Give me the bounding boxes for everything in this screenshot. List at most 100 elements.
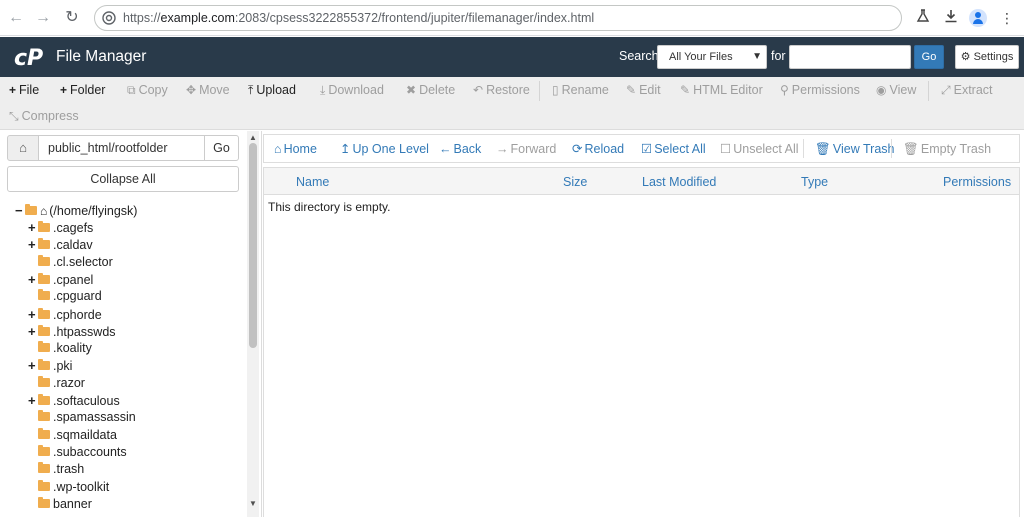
tree-item[interactable]: .razor	[28, 375, 85, 392]
download-icon[interactable]	[940, 7, 962, 29]
settings-button[interactable]: ⚙ Settings	[955, 45, 1019, 69]
file-icon: ▯	[552, 83, 559, 97]
back-button[interactable]: ← Back	[439, 141, 481, 157]
expand-plus-icon[interactable]: +	[28, 271, 38, 288]
forward-arrow-icon[interactable]: →	[33, 8, 53, 28]
scroll-down-arrow-icon[interactable]: ▼	[247, 499, 259, 509]
delete-label: Delete	[419, 83, 456, 97]
search-scope-select[interactable]: All Your Files ▼	[657, 45, 767, 69]
tree-item[interactable]: .wp-toolkit	[28, 479, 109, 496]
move-button[interactable]: ✥ Move	[186, 80, 230, 100]
tree-item[interactable]: .sqmaildata	[28, 427, 117, 444]
url-scheme: https://	[123, 11, 161, 25]
tree-item[interactable]: + .cagefs	[28, 219, 93, 236]
reload-icon[interactable]: ↻	[62, 8, 82, 28]
file-list[interactable]: This directory is empty.	[263, 195, 1020, 517]
back-arrow-icon[interactable]: ←	[6, 8, 26, 28]
tree-item-label: banner	[53, 496, 92, 511]
reload-button[interactable]: ⟳ Reload	[572, 141, 624, 157]
expand-plus-icon[interactable]: +	[28, 236, 38, 253]
search-input[interactable]	[789, 45, 911, 69]
empty-trash-button[interactable]: 🗑 Empty Trash	[903, 141, 991, 157]
path-go-button[interactable]: Go	[204, 135, 239, 161]
column-header-last-modified[interactable]: Last Modified	[642, 175, 716, 189]
tree-item[interactable]: .koality	[28, 340, 92, 357]
select-all-button[interactable]: ☑ Select All	[641, 141, 706, 157]
kebab-menu-icon[interactable]: ⋮	[996, 7, 1018, 29]
column-header-size[interactable]: Size	[563, 175, 587, 189]
delete-button[interactable]: ✖ Delete	[406, 80, 455, 100]
app-header: cP File Manager Search All Your Files ▼ …	[0, 37, 1024, 77]
move-label: Move	[199, 83, 230, 97]
collapse-all-button[interactable]: Collapse All	[7, 166, 239, 192]
search-go-button[interactable]: Go	[914, 45, 944, 69]
panel-divider[interactable]	[261, 131, 262, 517]
tree-item-label: .subaccounts	[53, 444, 127, 459]
page-title: File Manager	[56, 48, 147, 65]
view-button[interactable]: ◉ View	[876, 80, 916, 100]
tree-item-label: .cl.selector	[53, 254, 113, 269]
scroll-thumb[interactable]	[249, 143, 257, 348]
tree-item[interactable]: + .cpanel	[28, 271, 93, 288]
tree-item[interactable]: + .softaculous	[28, 392, 120, 409]
tree-item[interactable]: .trash	[28, 461, 84, 478]
folder-icon	[38, 496, 50, 508]
unselect-all-button[interactable]: ☐ Unselect All	[720, 141, 799, 157]
restore-button[interactable]: ↶ Restore	[473, 80, 530, 100]
column-header-permissions[interactable]: Permissions	[943, 175, 1011, 189]
edit-button[interactable]: ✎ Edit	[626, 80, 661, 100]
tree-item[interactable]: .subaccounts	[28, 444, 127, 461]
expand-plus-icon[interactable]: +	[28, 306, 38, 323]
tree-item[interactable]: .spamassassin	[28, 409, 136, 426]
tree-item-label: .trash	[53, 462, 85, 477]
toolbar-divider	[539, 81, 540, 101]
tree-item[interactable]: + .cphorde	[28, 306, 102, 323]
copy-button[interactable]: ⧉ Copy	[127, 80, 168, 100]
compress-button[interactable]: ⤡ Compress	[9, 106, 79, 126]
permissions-button[interactable]: ⚲ Permissions	[780, 80, 860, 100]
view-trash-button[interactable]: 🗑 View Trash	[815, 141, 894, 157]
tree-item[interactable]: .cpguard	[28, 288, 102, 305]
tree-item[interactable]: banner	[28, 496, 92, 513]
download-button[interactable]: ⤓ Download	[320, 80, 384, 100]
tree-root[interactable]: − ⌂ (/home/flyingsk)	[15, 202, 137, 219]
edit-square-icon: ✎	[680, 83, 691, 97]
tree-item-label: .sqmaildata	[53, 427, 117, 442]
column-header-type[interactable]: Type	[801, 175, 828, 189]
tree-item-label: .htpasswds	[53, 324, 116, 339]
home-icon: ⌂	[274, 142, 282, 156]
collapse-minus-icon[interactable]: −	[15, 202, 25, 219]
new-file-button[interactable]: + File	[9, 80, 39, 100]
tree-item-label: .koality	[53, 341, 92, 356]
new-folder-button[interactable]: + Folder	[60, 80, 105, 100]
scroll-up-arrow-icon[interactable]: ▲	[247, 133, 259, 143]
html-editor-button[interactable]: ✎ HTML Editor	[680, 80, 763, 100]
new-file-label: File	[19, 83, 40, 97]
tree-item-label: .cphorde	[53, 307, 102, 322]
forward-label: Forward	[510, 142, 557, 156]
address-bar[interactable]: https://example.com:2083/cpsess322285537…	[94, 5, 902, 31]
folder-icon	[38, 410, 50, 422]
home-button[interactable]: ⌂ Home	[274, 141, 317, 157]
extract-button[interactable]: ⤢ Extract	[941, 80, 993, 100]
home-icon[interactable]: ⌂	[7, 135, 39, 161]
expand-plus-icon[interactable]: +	[28, 357, 38, 374]
tree-item[interactable]: + .caldav	[28, 236, 93, 253]
tree-item[interactable]: + .pki	[28, 357, 72, 374]
tree-item[interactable]: .cl.selector	[28, 254, 113, 271]
forward-button[interactable]: → Forward	[496, 141, 556, 157]
rename-button[interactable]: ▯ Rename	[552, 80, 609, 100]
site-info-icon[interactable]	[101, 10, 117, 26]
tree-scrollbar[interactable]: ▲ ▼	[247, 131, 259, 517]
tree-item[interactable]: + .htpasswds	[28, 323, 116, 340]
expand-plus-icon[interactable]: +	[28, 392, 38, 409]
cpanel-logo-icon[interactable]: cP	[14, 45, 54, 69]
expand-plus-icon[interactable]: +	[28, 323, 38, 340]
column-header-name[interactable]: Name	[296, 175, 329, 189]
upload-button[interactable]: ⤒ Upload	[248, 80, 296, 100]
expand-plus-icon[interactable]: +	[28, 219, 38, 236]
up-one-level-button[interactable]: ↥ Up One Level	[340, 141, 429, 157]
labs-flask-icon[interactable]	[912, 7, 934, 29]
path-input[interactable]: public_html/rootfolder	[38, 135, 205, 161]
profile-avatar-icon[interactable]	[967, 7, 989, 29]
